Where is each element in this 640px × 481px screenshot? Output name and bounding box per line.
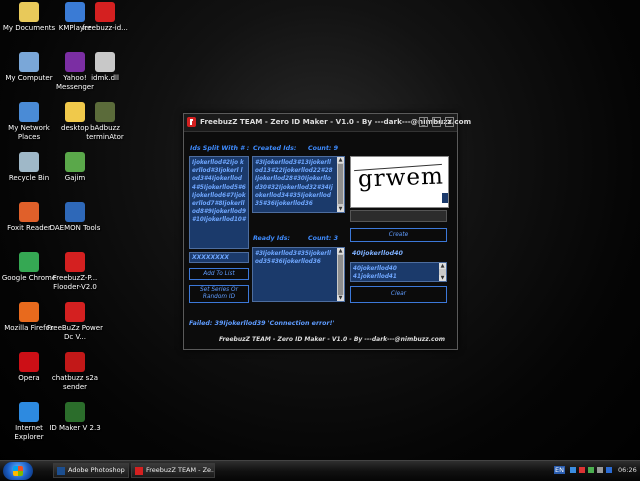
captcha-image: grwem xyxy=(350,156,449,208)
id-maker-icon xyxy=(65,402,85,422)
desktop-icon[interactable]: idmk.dll xyxy=(76,52,134,83)
firefox-icon xyxy=(19,302,39,322)
taskbar: Adobe Photoshop FreebuzZ TEAM - Ze... EN… xyxy=(0,460,640,481)
scroll-down-arrow-icon[interactable]: ▼ xyxy=(337,295,344,301)
my-computer-icon xyxy=(19,52,39,72)
desktop-icon[interactable]: freebuzz-id... xyxy=(76,2,134,33)
desktop-icon[interactable]: bAdbuzz terminAtor xyxy=(76,102,134,142)
desktop-icon-label: idmk.dll xyxy=(91,74,119,82)
my-documents-icon xyxy=(19,2,39,22)
google-chrome-icon xyxy=(19,252,39,272)
desktop-icon[interactable]: Gajim xyxy=(46,152,104,183)
create-button[interactable]: Create xyxy=(350,228,447,242)
set-series-button[interactable]: Set Series Or Random ID xyxy=(189,285,249,303)
scroll-up-arrow-icon[interactable]: ▲ xyxy=(337,157,344,163)
recycle-bin-icon xyxy=(19,152,39,172)
desktop-icon-label: FreebuzZ-P... Flooder-V2.0 xyxy=(52,274,98,291)
taskbar-item-label: Adobe Photoshop xyxy=(68,466,125,474)
clock[interactable]: 06:26 xyxy=(618,466,637,474)
captcha-text: grwem xyxy=(357,163,445,193)
desktop-icon[interactable]: FreeBuZz Power Dc V... xyxy=(46,302,104,342)
scroll-up-arrow-icon[interactable]: ▲ xyxy=(439,263,446,269)
created-ids-label: Created Ids: xyxy=(253,145,297,152)
status-text: Failed: 39Ijokerllod39 'Connection error… xyxy=(189,320,335,327)
tray-app-icon[interactable] xyxy=(579,467,585,473)
desktop-icon-label: FreeBuZz Power Dc V... xyxy=(47,324,103,341)
network-icon[interactable] xyxy=(570,467,576,473)
desktop-icon-label: Gajim xyxy=(64,174,86,182)
scroll-down-arrow-icon[interactable]: ▼ xyxy=(337,206,344,212)
network-places-icon xyxy=(19,102,39,122)
gajim-icon xyxy=(65,152,85,172)
footer-text: FreebuzZ TEAM - Zero ID Maker - V1.0 - B… xyxy=(219,336,445,343)
desktop-icon-label: bAdbuzz terminAtor xyxy=(86,124,124,141)
freebuzz-icon xyxy=(95,2,115,22)
minimize-button[interactable]: _ xyxy=(419,117,428,127)
system-tray: EN 06:26 xyxy=(550,463,638,478)
id-list-scrollbar[interactable]: ▲ ▼ xyxy=(439,263,446,281)
language-indicator[interactable]: EN xyxy=(554,466,565,474)
taskbar-item-photoshop[interactable]: Adobe Photoshop xyxy=(53,463,129,478)
zero-id-maker-window: FreebuzZ TEAM - Zero ID Maker - V1.0 - B… xyxy=(183,113,471,350)
add-to-list-button[interactable]: Add To List xyxy=(189,268,249,280)
ready-ids-text: #3Ijokerllod3#35Ijokerllod35#36Ijokerllo… xyxy=(255,251,331,266)
desktop-icon[interactable]: chatbuzz s2a sender xyxy=(46,352,104,392)
volume-icon[interactable] xyxy=(597,467,603,473)
badbuzz-icon xyxy=(95,102,115,122)
dll-file-icon xyxy=(95,52,115,72)
ready-ids-label: Ready Ids: xyxy=(253,235,290,242)
freebuzz-icon xyxy=(135,467,143,475)
app-logo-icon xyxy=(187,117,196,127)
ids-split-label: Ids Split With # : xyxy=(190,145,250,152)
tray-app-icon[interactable] xyxy=(606,467,612,473)
window-title: FreebuzZ TEAM - Zero ID Maker - V1.0 - B… xyxy=(200,117,472,126)
chatbuzz-icon xyxy=(65,352,85,372)
taskbar-item-zero-id-maker[interactable]: FreebuzZ TEAM - Ze... xyxy=(131,463,215,478)
ids-split-textarea[interactable]: Ijokerllod#2Ijo kerllod#3Ijokerl lod3#4I… xyxy=(189,156,249,249)
scroll-thumb[interactable] xyxy=(338,255,343,295)
scroll-up-arrow-icon[interactable]: ▲ xyxy=(337,248,344,254)
created-ids-textarea[interactable]: #3Ijokerllod3#13Ijokerllod13#22Ijokerllo… xyxy=(252,156,345,213)
xxx-input[interactable]: XXXXXXXX xyxy=(189,252,249,263)
id-list-item[interactable]: 41jokerllod41 xyxy=(353,273,436,281)
window-titlebar[interactable]: FreebuzZ TEAM - Zero ID Maker - V1.0 - B… xyxy=(184,114,471,132)
ready-ids-textarea[interactable]: #3Ijokerllod3#35Ijokerllod35#36Ijokerllo… xyxy=(252,247,345,302)
freebuzz-flooder-icon xyxy=(65,252,85,272)
start-button[interactable] xyxy=(3,462,33,480)
ids-split-text: Ijokerllod#2Ijo kerllod#3Ijokerl lod3#4I… xyxy=(192,160,246,224)
current-id-label: 40Ijokerllod40 xyxy=(352,250,403,257)
desktop-icon-label: ID Maker V 2.3 xyxy=(49,424,101,432)
desktop-icon-label: DAEMON Tools xyxy=(49,224,101,232)
scroll-thumb[interactable] xyxy=(338,164,343,204)
desktop-icon[interactable]: ID Maker V 2.3 xyxy=(46,402,104,433)
windows-logo-icon xyxy=(13,466,23,476)
taskbar-item-label: FreebuzZ TEAM - Ze... xyxy=(146,466,215,474)
id-list-box[interactable]: 40jokerllod40 41jokerllod41 ▲ ▼ xyxy=(350,262,447,282)
foxit-reader-icon xyxy=(19,202,39,222)
created-ids-text: #3Ijokerllod3#13Ijokerllod13#22Ijokerllo… xyxy=(255,160,333,208)
desktop-icon[interactable]: FreebuzZ-P... Flooder-V2.0 xyxy=(46,252,104,292)
opera-icon xyxy=(19,352,39,372)
id-list-item[interactable]: 40jokerllod40 xyxy=(353,265,436,273)
captcha-refresh-icon[interactable] xyxy=(442,193,448,203)
ready-count-label: Count: 3 xyxy=(308,235,339,242)
close-button[interactable]: ✕ xyxy=(445,117,454,127)
desktop-icon-label: chatbuzz s2a sender xyxy=(51,374,99,391)
desktop-icon-label: freebuzz-id... xyxy=(82,24,128,32)
tray-app-icon[interactable] xyxy=(588,467,594,473)
created-ids-scrollbar[interactable]: ▲ ▼ xyxy=(337,157,344,212)
internet-explorer-icon xyxy=(19,402,39,422)
desktop-icon[interactable]: DAEMON Tools xyxy=(46,202,104,233)
freebuzz-power-icon xyxy=(65,302,85,322)
created-count-label: Count: 9 xyxy=(308,145,339,152)
scroll-down-arrow-icon[interactable]: ▼ xyxy=(439,275,446,281)
daemon-tools-icon xyxy=(65,202,85,222)
photoshop-icon xyxy=(57,467,65,475)
clear-button[interactable]: Clear xyxy=(350,286,447,303)
ready-ids-scrollbar[interactable]: ▲ ▼ xyxy=(337,248,344,301)
captcha-input[interactable] xyxy=(350,210,447,222)
maximize-button[interactable]: ▭ xyxy=(432,117,441,127)
